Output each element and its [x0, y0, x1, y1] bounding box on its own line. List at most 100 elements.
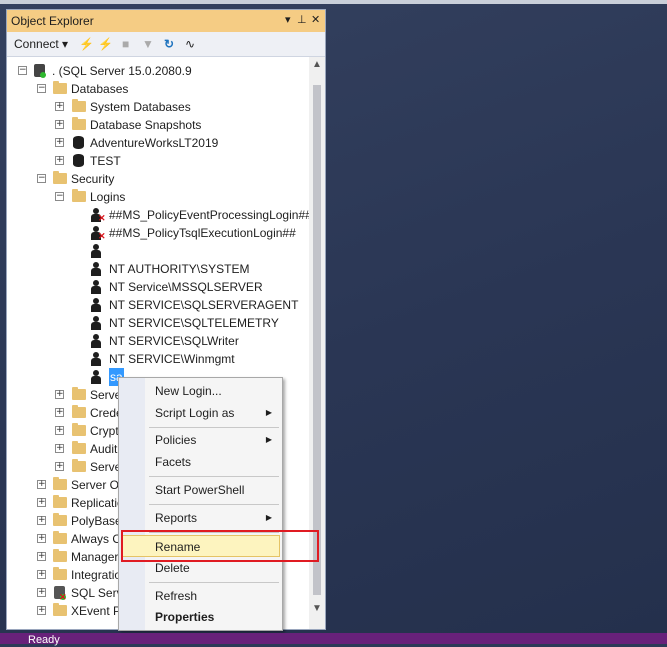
- database-icon: [73, 136, 84, 149]
- expand-icon[interactable]: +: [55, 426, 64, 435]
- menu-item-label: Start PowerShell: [155, 483, 245, 497]
- menu-item-label: Policies: [155, 433, 197, 447]
- node-label: NT SERVICE\SQLWriter: [109, 334, 239, 348]
- folder-icon: [53, 171, 67, 184]
- menu-item-refresh[interactable]: Refresh: [121, 585, 280, 607]
- folder-icon: [53, 567, 67, 580]
- menu-item-facets[interactable]: Facets: [121, 451, 280, 473]
- dropdown-icon[interactable]: ▾: [285, 13, 291, 26]
- node-label: System Databases: [90, 100, 191, 114]
- user-icon: [90, 298, 102, 312]
- collapse-icon[interactable]: −: [55, 192, 64, 201]
- user-icon: [90, 280, 102, 294]
- expand-icon[interactable]: +: [37, 552, 46, 561]
- expand-icon[interactable]: +: [55, 408, 64, 417]
- menu-item-label: Reports: [155, 511, 198, 525]
- menu-item-policies[interactable]: Policies ▶: [121, 429, 280, 451]
- folder-icon: [53, 549, 67, 562]
- menu-separator: [149, 476, 279, 477]
- menu-separator: [149, 427, 279, 428]
- disconnect-icon[interactable]: ⚡: [98, 37, 113, 51]
- toolbar: Connect ▾ ⚡ ⚡ ■ ▼ ↻ ∿: [7, 32, 325, 57]
- expand-icon[interactable]: +: [55, 444, 64, 453]
- stop-icon[interactable]: ■: [122, 37, 129, 51]
- node-label: NT AUTHORITY\SYSTEM: [109, 262, 250, 276]
- node-label: Databases: [71, 82, 129, 96]
- pin-icon[interactable]: ⊥: [297, 13, 307, 26]
- submenu-arrow-icon: ▶: [265, 513, 272, 522]
- refresh-icon[interactable]: ↻: [164, 37, 174, 51]
- expand-icon[interactable]: +: [37, 570, 46, 579]
- node-label: Serve: [90, 460, 122, 474]
- node-label: Server Ol: [71, 478, 122, 492]
- folder-icon: [72, 459, 86, 472]
- menu-item-new-login[interactable]: New Login...: [121, 380, 280, 402]
- expand-icon[interactable]: +: [55, 390, 64, 399]
- collapse-icon[interactable]: −: [37, 174, 46, 183]
- expand-icon[interactable]: +: [55, 462, 64, 471]
- node-label: NT Service\MSSQLSERVER: [109, 280, 263, 294]
- user-icon: [90, 370, 102, 384]
- expand-icon[interactable]: +: [37, 606, 46, 615]
- folder-icon: [72, 405, 86, 418]
- node-label: NT SERVICE\SQLTELEMETRY: [109, 316, 279, 330]
- user-icon: [90, 244, 102, 258]
- disabled-x-icon: ✕: [98, 231, 106, 241]
- folder-icon: [53, 81, 67, 94]
- scroll-up-icon[interactable]: ▲: [312, 59, 322, 70]
- expand-icon[interactable]: +: [55, 138, 64, 147]
- expand-icon[interactable]: +: [55, 120, 64, 129]
- highlight-annotation-box: [121, 530, 319, 562]
- database-icon: [73, 154, 84, 167]
- node-label: Integratio: [71, 568, 122, 582]
- expand-icon[interactable]: +: [37, 588, 46, 597]
- folder-icon: [72, 441, 86, 454]
- expand-icon[interactable]: +: [37, 498, 46, 507]
- node-label: NT SERVICE\SQLSERVERAGENT: [109, 298, 299, 312]
- node-label: Audit: [90, 442, 118, 456]
- menu-item-script-login-as[interactable]: Script Login as ▶: [121, 402, 280, 424]
- disabled-x-icon: ✕: [98, 213, 106, 223]
- connect-button[interactable]: Connect ▾: [14, 37, 68, 51]
- expand-icon[interactable]: +: [37, 534, 46, 543]
- panel-title: Object Explorer: [11, 14, 94, 28]
- expand-icon[interactable]: +: [37, 480, 46, 489]
- menu-item-reports[interactable]: Reports ▶: [121, 507, 280, 529]
- submenu-arrow-icon: ▶: [265, 435, 272, 444]
- menu-item-label: Facets: [155, 455, 192, 469]
- folder-icon: [53, 495, 67, 508]
- status-bar: Ready: [0, 633, 667, 646]
- connect-plug-icon[interactable]: ⚡: [79, 37, 94, 51]
- scrollbar-thumb[interactable]: [313, 85, 321, 595]
- node-label: ##MS_PolicyTsqlExecutionLogin##: [109, 226, 296, 240]
- scroll-down-icon[interactable]: ▼: [312, 603, 322, 614]
- node-label: PolyBase: [71, 514, 122, 528]
- folder-icon: [72, 387, 86, 400]
- context-menu: New Login... Script Login as ▶ Policies ▶ …: [118, 377, 283, 631]
- node-label: SQL Serv: [71, 586, 123, 600]
- status-text: Ready: [28, 634, 60, 646]
- menu-separator: [149, 504, 279, 505]
- filter-icon[interactable]: ▼: [142, 37, 154, 51]
- close-icon[interactable]: ✕: [311, 13, 320, 26]
- menu-item-properties[interactable]: Properties: [121, 606, 280, 628]
- panel-title-bar: Object Explorer ▾ ⊥ ✕: [7, 10, 325, 32]
- menu-item-start-powershell[interactable]: Start PowerShell: [121, 479, 280, 501]
- node-label: NT SERVICE\Winmgmt: [109, 352, 235, 366]
- node-label: XEvent P: [71, 604, 122, 618]
- expand-icon[interactable]: +: [37, 516, 46, 525]
- expand-icon[interactable]: +: [55, 102, 64, 111]
- folder-icon: [53, 513, 67, 526]
- collapse-icon[interactable]: −: [18, 66, 27, 75]
- folder-icon: [72, 423, 86, 436]
- collapse-icon[interactable]: −: [37, 84, 46, 93]
- node-label: Manager: [71, 550, 119, 564]
- server-icon: [34, 64, 46, 78]
- user-icon: [90, 316, 102, 330]
- expand-icon[interactable]: +: [55, 156, 64, 165]
- node-label: ##MS_PolicyEventProcessingLogin##: [109, 208, 312, 222]
- node-label: Crypt: [90, 424, 119, 438]
- submenu-arrow-icon: ▶: [265, 408, 272, 417]
- activity-monitor-icon[interactable]: ∿: [185, 37, 195, 51]
- user-icon: [90, 262, 102, 276]
